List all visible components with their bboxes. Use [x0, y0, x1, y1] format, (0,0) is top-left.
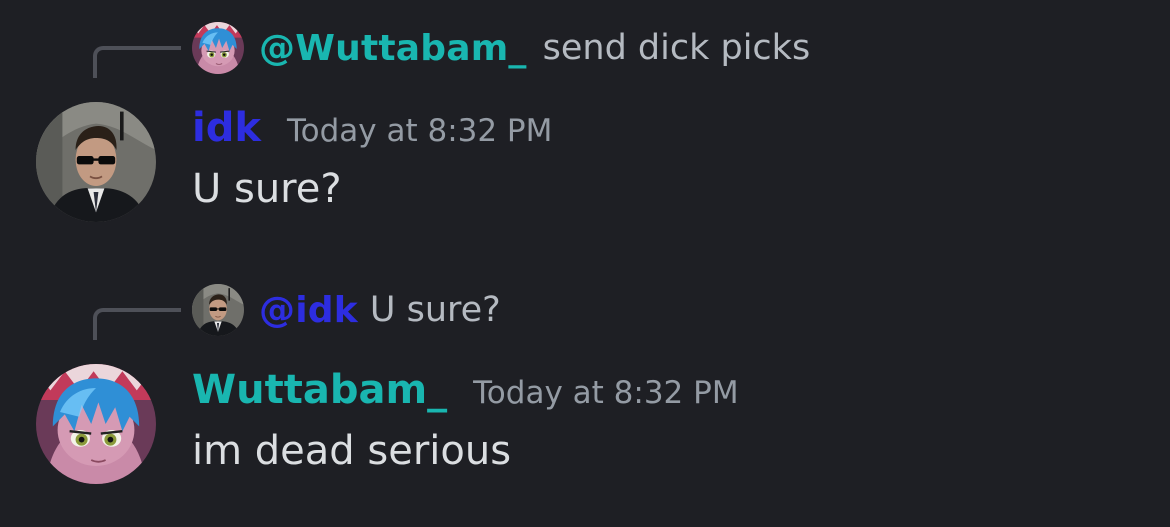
message-content: U sure? [192, 166, 342, 212]
reply-spine [93, 308, 181, 340]
message-header: idk Today at 8:32 PM [192, 100, 552, 156]
reply-preview[interactable]: @Wuttabam_ send dick picks [192, 20, 810, 76]
sunglasses-man-avatar-icon[interactable] [36, 102, 156, 222]
reply-spine [93, 46, 181, 78]
username[interactable]: idk [192, 100, 261, 156]
sunglasses-man-avatar-icon[interactable] [192, 284, 244, 336]
reply-preview[interactable]: @idk U sure? [192, 282, 501, 338]
reply-text[interactable]: U sure? [370, 290, 501, 330]
message: @idk U sure? Wuttabam_ Today at 8:32 PM … [0, 262, 1170, 502]
anime-avatar-icon[interactable] [36, 364, 156, 484]
timestamp[interactable]: Today at 8:32 PM [473, 365, 738, 421]
message-header: Wuttabam_ Today at 8:32 PM [192, 362, 739, 418]
message-content: im dead serious [192, 428, 512, 474]
reply-text[interactable]: send dick picks [543, 28, 811, 68]
username[interactable]: Wuttabam_ [192, 362, 447, 418]
anime-avatar-icon[interactable] [192, 22, 244, 74]
timestamp[interactable]: Today at 8:32 PM [287, 103, 552, 159]
reply-mention[interactable]: @idk [259, 290, 358, 331]
message: @Wuttabam_ send dick picks idk Today at … [0, 0, 1170, 240]
reply-mention[interactable]: @Wuttabam_ [259, 28, 527, 69]
